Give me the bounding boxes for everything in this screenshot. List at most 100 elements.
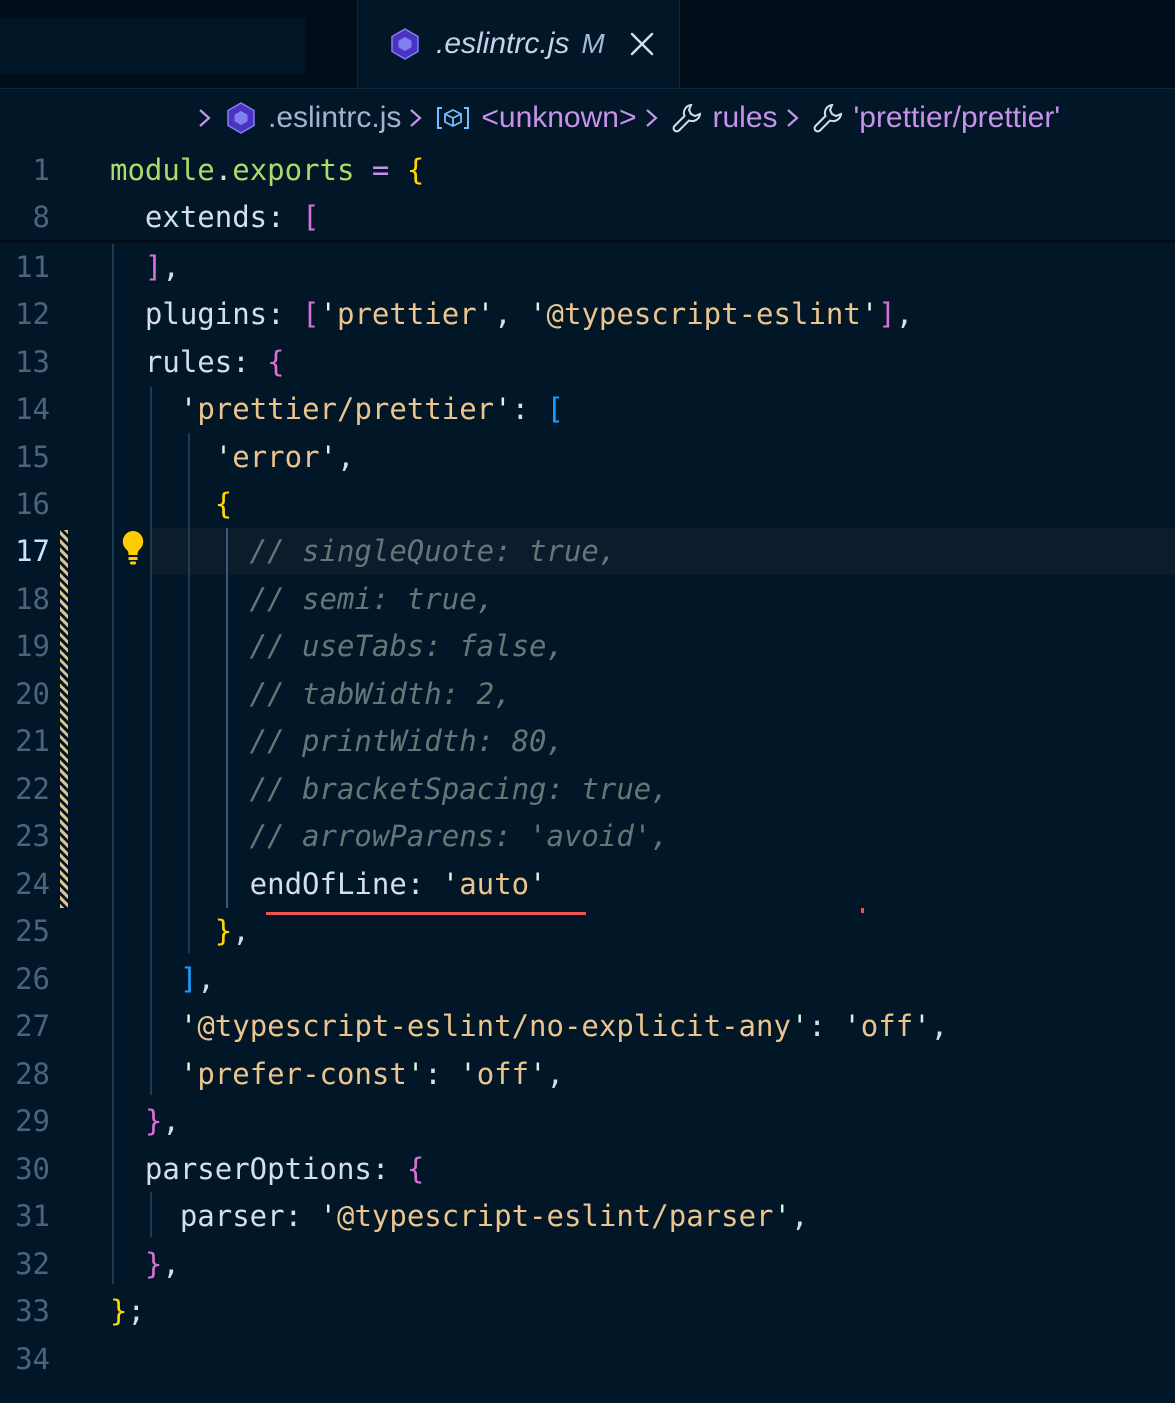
variable-icon bbox=[437, 107, 470, 129]
code-token: ' bbox=[494, 392, 512, 426]
error-squiggle[interactable] bbox=[266, 912, 586, 915]
code-token: ' bbox=[179, 392, 198, 426]
code-text: // bracketSpacing: true, bbox=[110, 766, 669, 813]
code-line[interactable]: 25 }, bbox=[0, 908, 1175, 955]
breadcrumb-item-prettier[interactable]: 'prettier/prettier' bbox=[812, 101, 1061, 135]
code-token: // semi: true, bbox=[110, 582, 495, 616]
code-line[interactable]: 29 }, bbox=[0, 1098, 1175, 1145]
code-text: parser: '@typescript-eslint/parser', bbox=[110, 1193, 809, 1240]
code-line[interactable]: 26 ], bbox=[0, 956, 1175, 1003]
tab-eslintrc[interactable]: .eslintrc.js M bbox=[357, 0, 680, 88]
code-line[interactable]: 28 'prefer-const': 'off', bbox=[0, 1051, 1175, 1098]
wrench-icon bbox=[813, 103, 842, 133]
code-token: } bbox=[144, 1247, 163, 1281]
code-token: ' bbox=[790, 1009, 809, 1043]
code-token: : bbox=[267, 297, 303, 331]
code-token: ] bbox=[878, 297, 896, 331]
code-line[interactable]: 1 module.exports = { bbox=[0, 147, 1175, 194]
code-text: rules: { bbox=[110, 339, 285, 386]
breadcrumb-item-unknown[interactable]: <unknown> bbox=[435, 101, 637, 135]
eslint-icon bbox=[391, 28, 419, 60]
code-line[interactable]: 17 // singleQuote: true, bbox=[0, 528, 1175, 575]
code-line[interactable]: 31 parser: '@typescript-eslint/parser', bbox=[0, 1193, 1175, 1240]
code-token: prettier bbox=[337, 297, 477, 331]
code-line[interactable]: 8 extends: [ bbox=[0, 194, 1175, 241]
code-line[interactable]: 33}; bbox=[0, 1288, 1175, 1335]
code-token: ' bbox=[860, 297, 879, 331]
code-line[interactable]: 24 endOfLine: 'auto' bbox=[0, 861, 1175, 908]
chevron-right-icon bbox=[199, 109, 211, 127]
line-number: 32 bbox=[15, 1247, 50, 1281]
code-line[interactable]: 20 // tabWidth: 2, bbox=[0, 671, 1175, 718]
code-text: module.exports = { bbox=[110, 147, 424, 194]
code-token: : bbox=[808, 1009, 844, 1043]
code-token: ' bbox=[529, 297, 547, 331]
code-token: prettier/prettier bbox=[197, 392, 495, 426]
code-token: // arrowParens: 'avoid', bbox=[110, 819, 669, 853]
code-text: // tabWidth: 2, bbox=[110, 671, 512, 718]
breadcrumb: .eslintrc.js <unknown> rules 'prettier/p… bbox=[0, 89, 1175, 147]
code-line[interactable]: 14 'prettier/prettier': [ bbox=[0, 386, 1175, 433]
code-line[interactable]: 13 rules: { bbox=[0, 339, 1175, 386]
code-line[interactable]: 21 // printWidth: 80, bbox=[0, 718, 1175, 765]
line-number: 28 bbox=[15, 1057, 50, 1091]
code-line[interactable]: 34 bbox=[0, 1336, 1175, 1383]
code-token: [ bbox=[302, 200, 320, 234]
breadcrumb-item-rules[interactable]: rules bbox=[671, 101, 778, 135]
line-number: 16 bbox=[15, 487, 50, 521]
code-token: ' bbox=[476, 297, 495, 331]
breadcrumb-label: .eslintrc.js bbox=[268, 101, 402, 134]
breadcrumb-label: rules bbox=[712, 101, 778, 134]
code-line[interactable]: 12 plugins: ['prettier', '@typescript-es… bbox=[0, 291, 1175, 338]
code-text: // arrowParens: 'avoid', bbox=[110, 813, 669, 860]
code-text: 'prettier/prettier': [ bbox=[110, 386, 564, 433]
code-token: extends bbox=[110, 200, 268, 234]
code-line[interactable]: 18 // semi: true, bbox=[0, 576, 1175, 623]
close-icon[interactable] bbox=[629, 31, 655, 57]
code-line[interactable]: 23 // arrowParens: 'avoid', bbox=[0, 813, 1175, 860]
code-token: { bbox=[406, 1152, 425, 1186]
tab-modified-status: M bbox=[581, 28, 605, 59]
breadcrumb-label: 'prettier/prettier' bbox=[853, 101, 1061, 134]
code-token: // printWidth: 80, bbox=[110, 724, 564, 758]
code-token: } bbox=[110, 1294, 128, 1328]
code-line[interactable]: 27 '@typescript-eslint/no-explicit-any':… bbox=[0, 1003, 1175, 1050]
code-token: ' bbox=[459, 1057, 477, 1091]
code-line[interactable]: 11 ], bbox=[0, 244, 1175, 291]
code-text: endOfLine: 'auto' bbox=[110, 861, 547, 908]
code-line[interactable]: 30 parserOptions: { bbox=[0, 1146, 1175, 1193]
code-text: }, bbox=[110, 908, 250, 955]
code-token: module bbox=[110, 153, 215, 187]
code-token: { bbox=[406, 153, 425, 187]
code-line[interactable]: 32 }, bbox=[0, 1241, 1175, 1288]
tab-bar-empty-area bbox=[0, 18, 305, 74]
lightbulb-icon[interactable] bbox=[118, 528, 148, 568]
code-token: { bbox=[214, 487, 233, 521]
chevron-right-icon bbox=[645, 109, 658, 127]
code-editor[interactable]: 1 module.exports = {8 extends: [11 ], 12 p… bbox=[0, 147, 1175, 1403]
code-token: ' bbox=[843, 1009, 861, 1043]
code-text: 'error', bbox=[110, 434, 355, 481]
code-token: } bbox=[214, 914, 233, 948]
breadcrumb-item-file[interactable]: .eslintrc.js bbox=[224, 101, 401, 135]
code-token: ] bbox=[144, 250, 163, 284]
code-text: }, bbox=[110, 1098, 180, 1145]
code-line[interactable]: 16 { bbox=[0, 481, 1175, 528]
line-number: 26 bbox=[15, 962, 50, 996]
code-text: ], bbox=[110, 956, 215, 1003]
code-line[interactable]: 22 // bracketSpacing: true, bbox=[0, 766, 1175, 813]
code-token: : bbox=[267, 200, 303, 234]
code-token: // useTabs: false, bbox=[110, 629, 564, 663]
code-token: off bbox=[476, 1057, 530, 1091]
code-token: : bbox=[406, 867, 442, 901]
code-line[interactable]: 19 // useTabs: false, bbox=[0, 623, 1175, 670]
code-line[interactable]: 15 'error', bbox=[0, 434, 1175, 481]
code-token: parserOptions bbox=[110, 1152, 372, 1186]
code-text: plugins: ['prettier', '@typescript-eslin… bbox=[110, 291, 913, 338]
code-token: auto bbox=[459, 867, 530, 901]
